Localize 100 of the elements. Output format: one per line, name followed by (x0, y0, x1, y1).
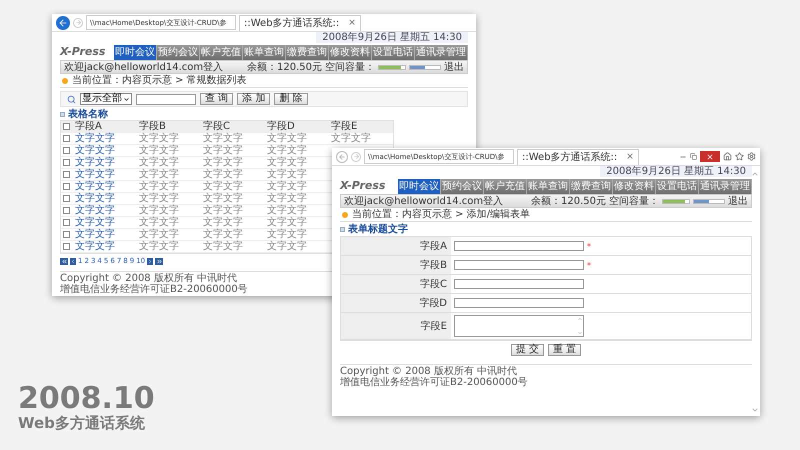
toolbar-button[interactable]: 删 除 (274, 93, 308, 105)
table-cell: 文字文字 (137, 145, 201, 157)
close-tab-button[interactable]: × (348, 18, 356, 28)
scroll-down-icon[interactable] (751, 406, 759, 414)
breadcrumb: 当前位置：内容页示意 > 常规数据列表 (72, 75, 247, 86)
nav-tab[interactable]: 帐户充值 (484, 179, 527, 194)
field-label: 字段A (341, 237, 451, 256)
table-link[interactable]: 文字文字 (73, 169, 137, 181)
caret-icon (123, 96, 130, 102)
table-cell: 文字文字 (265, 241, 329, 253)
logo: X-Press (340, 179, 386, 194)
first-page-button[interactable] (60, 258, 68, 265)
nav-tab[interactable]: 预约会议 (157, 45, 200, 60)
table-cell: 文字文字 (201, 133, 265, 145)
browser-tab[interactable]: ::Web多方通话系统:: × (517, 148, 639, 164)
table-cell: 文字文字 (137, 241, 201, 253)
field-label: 字段B (341, 256, 451, 275)
nav-tab[interactable]: 通讯录管理 (415, 45, 468, 60)
column-header: 字段E (329, 121, 393, 133)
table-link[interactable]: 文字文字 (73, 145, 137, 157)
input-field[interactable] (454, 279, 584, 289)
checkbox[interactable] (63, 183, 70, 190)
logout-link[interactable]: 退出 (444, 62, 464, 72)
bullet-icon (62, 78, 68, 84)
checkbox[interactable] (63, 159, 70, 166)
toolbar-button[interactable]: 查 询 (200, 93, 234, 105)
required-mark: * (587, 242, 591, 250)
nav-tab[interactable]: 账单查询 (243, 45, 286, 60)
input-field[interactable] (454, 298, 584, 308)
scroll-up-icon[interactable] (751, 170, 759, 178)
date-text: 2008年9月26日 星期五 14:30 (600, 166, 752, 177)
column-header: 字段B (137, 121, 201, 133)
checkbox[interactable] (63, 207, 70, 214)
nav-tab[interactable]: 帐户充值 (200, 45, 243, 60)
input-field[interactable] (454, 260, 584, 270)
checkbox[interactable] (63, 147, 70, 154)
nav-tab[interactable]: 设置电话 (372, 45, 415, 60)
table-cell: 文字文字 (265, 193, 329, 205)
table-cell: 文字文字 (137, 217, 201, 229)
star-icon[interactable] (735, 152, 744, 161)
table-link[interactable]: 文字文字 (73, 229, 137, 241)
logout-link[interactable]: 退出 (728, 196, 748, 206)
table-cell: 文字文字 (137, 193, 201, 205)
browser-tab[interactable]: ::Web多方通话系统:: × (239, 14, 361, 30)
nav-tab[interactable]: 修改资料 (613, 179, 656, 194)
table-cell: 文字文字 (265, 229, 329, 241)
table-cell: 文字文字 (265, 157, 329, 169)
checkbox[interactable] (63, 231, 70, 238)
nav-tab[interactable]: 通讯录管理 (699, 179, 752, 194)
table-link[interactable]: 文字文字 (73, 193, 137, 205)
field-label: 字段D (341, 294, 451, 313)
form-button[interactable]: 提 交 (510, 344, 544, 356)
table-link[interactable]: 文字文字 (73, 205, 137, 217)
arrow-left-icon (338, 152, 346, 160)
back-button[interactable] (336, 150, 348, 162)
table-link[interactable]: 文字文字 (73, 133, 137, 145)
date-text: 2008年9月26日 星期五 14:30 (316, 32, 468, 43)
input-field[interactable] (454, 241, 584, 251)
close-button[interactable] (700, 151, 720, 162)
settings-icon[interactable] (747, 152, 756, 161)
checkbox[interactable] (63, 123, 70, 130)
checkbox[interactable] (63, 243, 70, 250)
table-link[interactable]: 文字文字 (73, 241, 137, 253)
checkbox[interactable] (63, 171, 70, 178)
chevron-left-icon (70, 258, 76, 265)
nav-tab[interactable]: 设置电话 (656, 179, 699, 194)
double-chevron-left-icon (60, 258, 68, 265)
table-cell: 文字文字 (137, 181, 201, 193)
checkbox[interactable] (63, 135, 70, 142)
table-link[interactable]: 文字文字 (73, 217, 137, 229)
toolbar-button[interactable]: 添 加 (237, 93, 270, 105)
space-label: 空间容量： (609, 196, 659, 206)
nav-tab[interactable]: 即时会议 (114, 45, 157, 60)
close-tab-button[interactable]: × (626, 152, 634, 162)
nav-tab[interactable]: 修改资料 (329, 45, 372, 60)
table-cell: 文字文字 (265, 205, 329, 217)
table-cell: 文字文字 (201, 205, 265, 217)
filter-select[interactable]: 显示全部 (80, 93, 132, 105)
nav-tab[interactable]: 缴费查询 (286, 45, 329, 60)
table-link[interactable]: 文字文字 (73, 181, 137, 193)
nav-tab[interactable]: 账单查询 (527, 179, 570, 194)
nav-tab[interactable]: 缴费查询 (570, 179, 613, 194)
balance-text: 余额：120.50元 (247, 62, 322, 72)
last-page-button[interactable] (155, 258, 164, 265)
next-page-button[interactable] (147, 258, 154, 265)
table-cell: 文字文字 (201, 193, 265, 205)
search-field[interactable] (136, 94, 196, 104)
home-icon[interactable] (723, 152, 732, 161)
section-title: 表单标题文字 (348, 224, 408, 235)
form-button[interactable]: 重 置 (548, 344, 582, 356)
table-cell: 文字文字 (137, 133, 201, 145)
checkbox[interactable] (63, 219, 70, 226)
restore-icon[interactable] (690, 153, 697, 160)
prev-page-button[interactable] (70, 258, 76, 265)
nav-tab[interactable]: 即时会议 (398, 179, 441, 194)
checkbox[interactable] (63, 195, 70, 202)
table-link[interactable]: 文字文字 (73, 157, 137, 169)
nav-tab[interactable]: 预约会议 (441, 179, 484, 194)
table-cell: 文字文字 (265, 169, 329, 181)
back-button[interactable] (56, 16, 70, 30)
